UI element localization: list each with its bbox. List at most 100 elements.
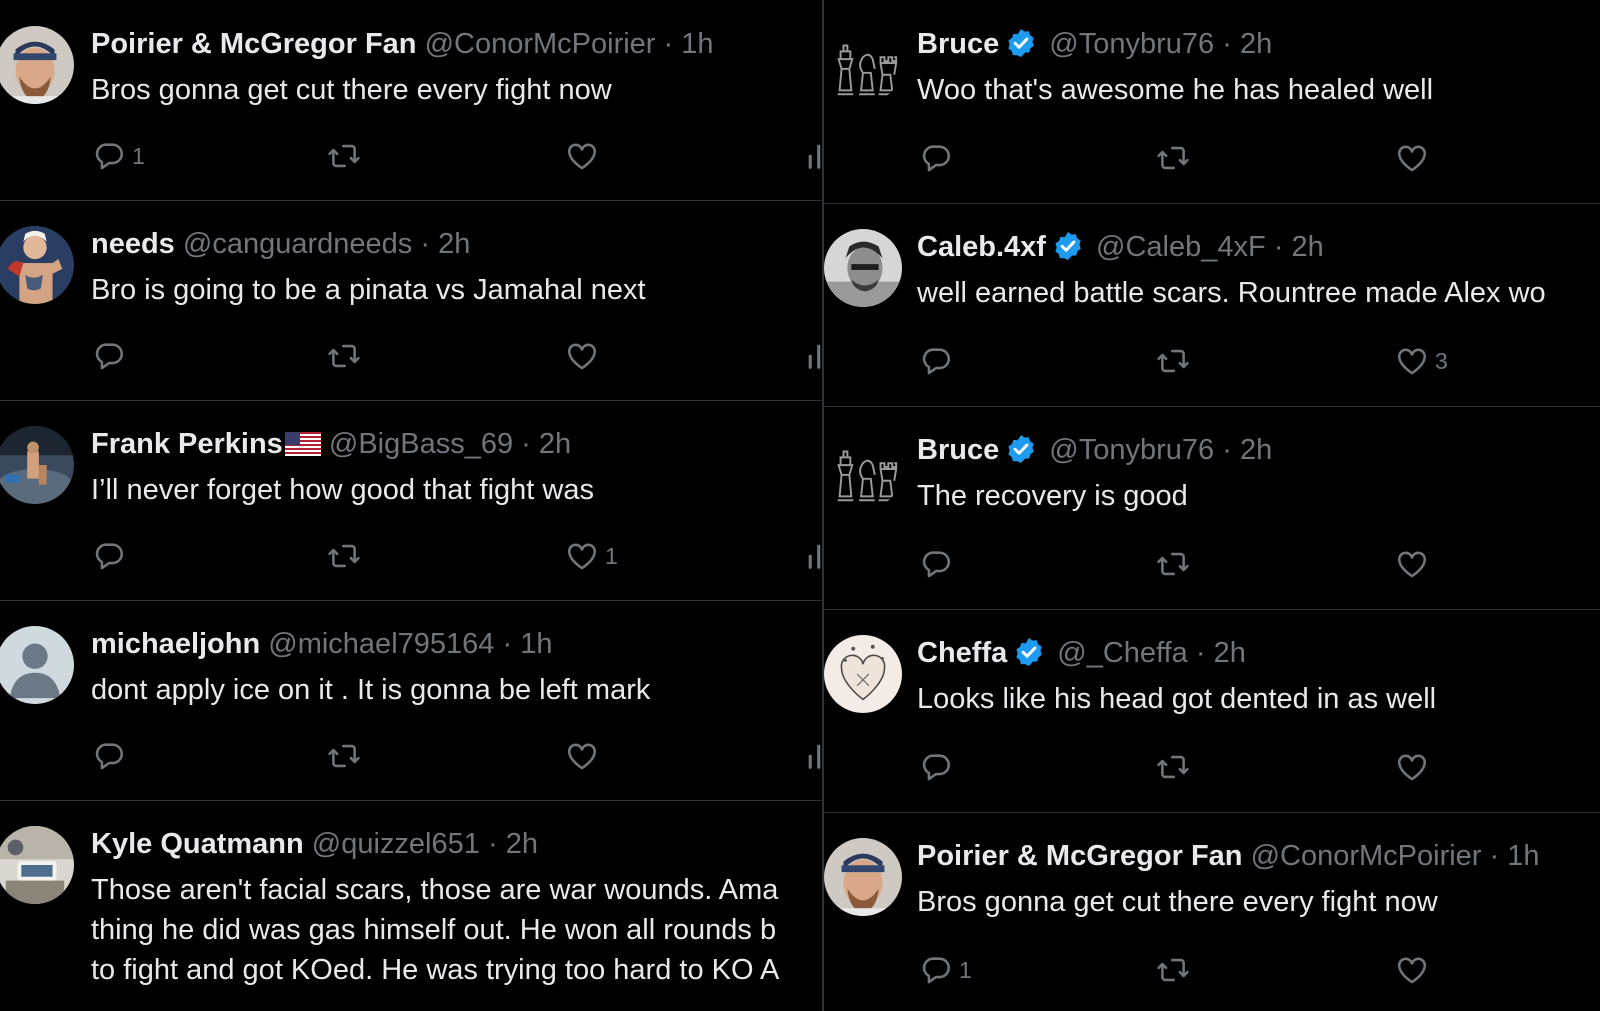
verified-badge-icon: [1005, 433, 1037, 465]
retweet-button[interactable]: [327, 738, 361, 774]
display-name[interactable]: Poirier & McGregor Fan: [917, 840, 1243, 872]
retweet-button[interactable]: [327, 538, 361, 574]
like-button[interactable]: [565, 338, 605, 374]
tweet-text: Bros gonna get cut there every fight now: [91, 70, 612, 110]
reply-tweet[interactable]: Poirier & McGregor Fan @ConorMcPoirier ·…: [824, 812, 1600, 1011]
user-handle[interactable]: @Caleb_4xF: [1096, 231, 1266, 263]
tweet-header: Poirier & McGregor Fan @ConorMcPoirier ·…: [917, 838, 1540, 874]
display-name[interactable]: needs: [91, 228, 175, 260]
display-name[interactable]: Kyle Quatmann: [91, 828, 304, 860]
retweet-button[interactable]: [327, 338, 361, 374]
like-button[interactable]: [1395, 140, 1435, 176]
tweet-header: needs @canguardneeds · 2h: [91, 226, 470, 262]
retweet-button[interactable]: [1156, 343, 1190, 379]
reply-tweet[interactable]: Bruce @Tonybru76 · 2h Woo that's awesome …: [824, 0, 1600, 204]
heart-icon: [565, 539, 599, 573]
reply-tweet[interactable]: needs @canguardneeds · 2h Bro is going to…: [0, 200, 822, 401]
retweet-button[interactable]: [1156, 140, 1190, 176]
user-handle[interactable]: @ConorMcPoirier: [1251, 840, 1482, 872]
user-handle[interactable]: @BigBass_69: [329, 428, 513, 460]
reply-tweet[interactable]: Frank Perkins @BigBass_69 · 2h I’ll never…: [0, 400, 822, 601]
display-name[interactable]: Bruce: [917, 28, 999, 60]
reply-tweet[interactable]: michaeljohn @michael795164 · 1h dont appl…: [0, 600, 822, 801]
separator-dot: ·: [1489, 840, 1500, 872]
timestamp[interactable]: 2h: [1240, 28, 1272, 60]
timestamp[interactable]: 2h: [539, 428, 571, 460]
reply-button[interactable]: [92, 338, 132, 374]
reply-button[interactable]: [919, 749, 959, 785]
views-button[interactable]: [803, 338, 822, 374]
retweet-button[interactable]: [1156, 749, 1190, 785]
tweet-header: Kyle Quatmann @quizzel651 · 2h: [91, 826, 538, 862]
like-button[interactable]: [1395, 749, 1435, 785]
reply-button[interactable]: [919, 546, 959, 582]
reply-button[interactable]: [919, 140, 959, 176]
avatar[interactable]: [824, 838, 902, 916]
timestamp[interactable]: 2h: [1240, 434, 1272, 466]
verified-badge-icon: [1005, 27, 1037, 59]
avatar[interactable]: [0, 426, 74, 504]
reply-button[interactable]: 1: [919, 952, 972, 988]
retweet-icon: [1156, 344, 1190, 378]
display-name[interactable]: Bruce: [917, 434, 999, 466]
reply-tweet[interactable]: Caleb.4xf @Caleb_4xF · 2h well earned bat…: [824, 203, 1600, 407]
like-button[interactable]: [565, 738, 605, 774]
retweet-button[interactable]: [1156, 546, 1190, 582]
like-button[interactable]: [1395, 546, 1435, 582]
display-name[interactable]: michaeljohn: [91, 628, 260, 660]
timestamp[interactable]: 2h: [438, 228, 470, 260]
avatar[interactable]: [824, 635, 902, 713]
tweet-text: Bros gonna get cut there every fight now: [917, 882, 1438, 922]
tweet-header: Poirier & McGregor Fan @ConorMcPoirier ·…: [91, 26, 714, 62]
user-handle[interactable]: @Tonybru76: [1049, 434, 1214, 466]
timestamp[interactable]: 2h: [506, 828, 538, 860]
reply-icon: [92, 739, 126, 773]
timestamp[interactable]: 1h: [1507, 840, 1539, 872]
heart-icon: [1395, 344, 1429, 378]
reply-button[interactable]: [92, 738, 132, 774]
user-handle[interactable]: @_Cheffa: [1057, 637, 1188, 669]
retweet-button[interactable]: [327, 138, 361, 174]
avatar[interactable]: [824, 26, 902, 104]
reply-button[interactable]: [919, 343, 959, 379]
reply-button[interactable]: [92, 538, 132, 574]
timestamp[interactable]: 1h: [681, 28, 713, 60]
reply-tweet[interactable]: Cheffa @_Cheffa · 2h Looks like his head …: [824, 609, 1600, 813]
user-handle[interactable]: @Tonybru76: [1049, 28, 1214, 60]
reply-tweet[interactable]: Bruce @Tonybru76 · 2h The recovery is goo…: [824, 406, 1600, 610]
avatar[interactable]: [0, 26, 74, 104]
reply-icon: [92, 539, 126, 573]
avatar[interactable]: [824, 229, 902, 307]
views-button[interactable]: [803, 538, 822, 574]
display-name[interactable]: Frank Perkins: [91, 428, 283, 460]
reply-button[interactable]: 1: [92, 138, 145, 174]
display-name[interactable]: Caleb.4xf: [917, 231, 1046, 263]
timestamp[interactable]: 2h: [1214, 637, 1246, 669]
retweet-button[interactable]: [1156, 952, 1190, 988]
display-name[interactable]: Cheffa: [917, 637, 1007, 669]
avatar[interactable]: [0, 826, 74, 904]
user-handle[interactable]: @michael795164: [268, 628, 494, 660]
avatar[interactable]: [0, 626, 74, 704]
reply-icon: [919, 141, 953, 175]
user-handle[interactable]: @quizzel651: [312, 828, 480, 860]
retweet-icon: [327, 139, 361, 173]
reply-tweet[interactable]: Kyle Quatmann @quizzel651 · 2h Those aren…: [0, 800, 822, 1011]
like-button[interactable]: [1395, 952, 1435, 988]
like-button[interactable]: 1: [565, 538, 618, 574]
like-button[interactable]: 3: [1395, 343, 1448, 379]
user-handle[interactable]: @ConorMcPoirier: [425, 28, 656, 60]
display-name[interactable]: Poirier & McGregor Fan: [91, 28, 417, 60]
reply-icon: [919, 344, 953, 378]
user-handle[interactable]: @canguardneeds: [183, 228, 412, 260]
avatar[interactable]: [0, 226, 74, 304]
views-button[interactable]: [803, 738, 822, 774]
timestamp[interactable]: 1h: [520, 628, 552, 660]
action-count: 1: [132, 142, 145, 169]
like-button[interactable]: [565, 138, 605, 174]
views-button[interactable]: [803, 138, 822, 174]
tweet-text-line: Woo that's awesome he has healed well: [917, 74, 1434, 106]
timestamp[interactable]: 2h: [1292, 231, 1324, 263]
reply-tweet[interactable]: Poirier & McGregor Fan @ConorMcPoirier ·…: [0, 0, 822, 201]
avatar[interactable]: [824, 432, 902, 510]
